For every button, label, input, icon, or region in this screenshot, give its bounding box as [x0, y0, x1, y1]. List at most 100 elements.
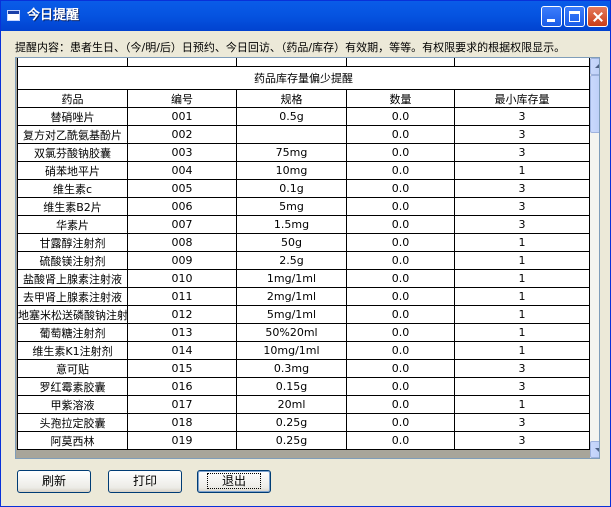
table-cell: 硫酸镁注射剂 — [17, 251, 128, 270]
table-cell: 5mg — [236, 197, 347, 216]
table-row[interactable]: 阿莫西林 019 0.25g 0.0 3 — [17, 431, 590, 450]
table-row[interactable]: 硫酸镁注射剂 009 2.5g 0.0 1 — [17, 251, 590, 270]
table-row[interactable]: 盐酸肾上腺素注射液 010 1mg/1ml 0.0 1 — [17, 269, 590, 288]
table-cell: 0.0 — [346, 377, 455, 396]
vertical-scrollbar[interactable] — [590, 58, 599, 458]
table-cell: 0.0 — [346, 323, 455, 342]
scroll-thumb[interactable] — [590, 75, 599, 133]
table-row[interactable]: 去甲肾上腺素注射液 011 2mg/1ml 0.0 1 — [17, 287, 590, 306]
table-cell: 复方对乙酰氨基酚片 — [17, 125, 128, 144]
table-cell: 0.15g — [236, 377, 347, 396]
table-cell: 0.0 — [346, 287, 455, 306]
table-cell: 阿莫西林 — [17, 431, 128, 450]
quit-button-label: 退出 — [206, 473, 261, 489]
table-cell: 016 — [127, 377, 237, 396]
table-row[interactable]: 地塞米松送磷酸钠注射液 012 5mg/1ml 0.0 1 — [17, 305, 590, 324]
table-cell: 0.25g — [236, 413, 347, 432]
scroll-down-button[interactable] — [590, 441, 599, 458]
table-row[interactable]: 复方对乙酰氨基酚片 002 0.0 3 — [17, 125, 590, 144]
table-cell: 75mg — [236, 143, 347, 162]
table-cell: 0.0 — [346, 197, 455, 216]
table-cell: 0.0 — [346, 431, 455, 450]
title-bar[interactable]: 今日提醒 — [1, 1, 610, 31]
table-cell: 1 — [454, 395, 590, 414]
table-cell: 006 — [127, 197, 237, 216]
column-header: 规格 — [236, 89, 347, 108]
table-cell: 0.0 — [346, 305, 455, 324]
table-cell: 2.5g — [236, 251, 347, 270]
table-cell: 替硝唑片 — [17, 107, 128, 126]
table-cell: 10mg — [236, 161, 347, 180]
window-title: 今日提醒 — [27, 8, 80, 23]
table-cell: 012 — [127, 305, 237, 324]
scroll-up-button[interactable] — [590, 58, 599, 75]
notice-text: 提醒内容：患者生日、（今/明/后）日预约、今日回访、（药品/库存）有效期，等等。… — [15, 41, 566, 54]
table-cell: 019 — [127, 431, 237, 450]
table-cell: 3 — [454, 377, 590, 396]
table-cell: 0.0 — [346, 179, 455, 198]
table-cell: 10mg/1ml — [236, 341, 347, 360]
table-cell: 3 — [454, 179, 590, 198]
column-header: 药品 — [17, 89, 128, 108]
table-cell: 1 — [454, 305, 590, 324]
table-cell: 017 — [127, 395, 237, 414]
table-cell: 1 — [454, 323, 590, 342]
table-cell: 维生素B2片 — [17, 197, 128, 216]
table-row[interactable]: 甲紫溶液 017 20ml 0.0 1 — [17, 395, 590, 414]
table-row[interactable]: 硝苯地平片 004 10mg 0.0 1 — [17, 161, 590, 180]
print-button[interactable]: 打印 — [108, 470, 182, 493]
table-cell: 3 — [454, 413, 590, 432]
table-row[interactable]: 维生素c 005 0.1g 0.0 3 — [17, 179, 590, 198]
table-cell: 0.0 — [346, 143, 455, 162]
table-cell: 甲紫溶液 — [17, 395, 128, 414]
reminder-grid[interactable]: 药品库存量偏少提醒 药品 编号 规格 数量 最小库存量 替硝唑片 001 0.5g 0… — [15, 57, 600, 459]
table-cell: 3 — [454, 125, 590, 144]
quit-button[interactable]: 退出 — [197, 470, 271, 493]
window-icon — [7, 10, 20, 21]
column-header: 最小库存量 — [454, 89, 590, 108]
table-caption: 药品库存量偏少提醒 — [17, 66, 590, 90]
table-cell: 0.1g — [236, 179, 347, 198]
table-cell: 头孢拉定胶囊 — [17, 413, 128, 432]
table-cell: 0.3mg — [236, 359, 347, 378]
table-cell — [236, 125, 347, 144]
table-cell: 007 — [127, 215, 237, 234]
refresh-button[interactable]: 刷新 — [17, 470, 91, 493]
reminder-window: 今日提醒 提醒内容：患者生日、（今/明/后）日预约、今日回访、（药品/库存）有效… — [0, 0, 611, 507]
maximize-button[interactable] — [564, 6, 585, 27]
column-header: 编号 — [127, 89, 237, 108]
table-row[interactable]: 替硝唑片 001 0.5g 0.0 3 — [17, 107, 590, 126]
table-row[interactable]: 意可贴 015 0.3mg 0.0 3 — [17, 359, 590, 378]
table-row[interactable]: 甘露醇注射剂 008 50g 0.0 1 — [17, 233, 590, 252]
maximize-icon — [569, 11, 580, 22]
table-cell: 双氯芬酸钠胶囊 — [17, 143, 128, 162]
table-cell: 维生素c — [17, 179, 128, 198]
table-row[interactable]: 头孢拉定胶囊 018 0.25g 0.0 3 — [17, 413, 590, 432]
table-cell: 3 — [454, 431, 590, 450]
table-cell: 008 — [127, 233, 237, 252]
table-cell: 0.0 — [346, 359, 455, 378]
table-row[interactable]: 维生素K1注射剂 014 10mg/1ml 0.0 1 — [17, 341, 590, 360]
table-cell: 5mg/1ml — [236, 305, 347, 324]
minimize-button[interactable] — [541, 6, 562, 27]
table-row[interactable]: 葡萄糖注射剂 013 50%20ml 0.0 1 — [17, 323, 590, 342]
table-cell: 硝苯地平片 — [17, 161, 128, 180]
table-row[interactable]: 维生素B2片 006 5mg 0.0 3 — [17, 197, 590, 216]
table-cell: 罗红霉素胶囊 — [17, 377, 128, 396]
table-cell: 1mg/1ml — [236, 269, 347, 288]
table-cell: 004 — [127, 161, 237, 180]
table-cell: 0.0 — [346, 413, 455, 432]
table-cell: 3 — [454, 359, 590, 378]
close-button[interactable] — [587, 6, 608, 27]
table-cell: 20ml — [236, 395, 347, 414]
table-cell: 010 — [127, 269, 237, 288]
table-cell: 0.25g — [236, 431, 347, 450]
table-row[interactable]: 罗红霉素胶囊 016 0.15g 0.0 3 — [17, 377, 590, 396]
table-cell: 0.0 — [346, 233, 455, 252]
table-cell: 0.0 — [346, 107, 455, 126]
table-row[interactable]: 双氯芬酸钠胶囊 003 75mg 0.0 3 — [17, 143, 590, 162]
table-cell: 1 — [454, 233, 590, 252]
table-cell: 1 — [454, 161, 590, 180]
table-cell: 3 — [454, 215, 590, 234]
table-row[interactable]: 华素片 007 1.5mg 0.0 3 — [17, 215, 590, 234]
